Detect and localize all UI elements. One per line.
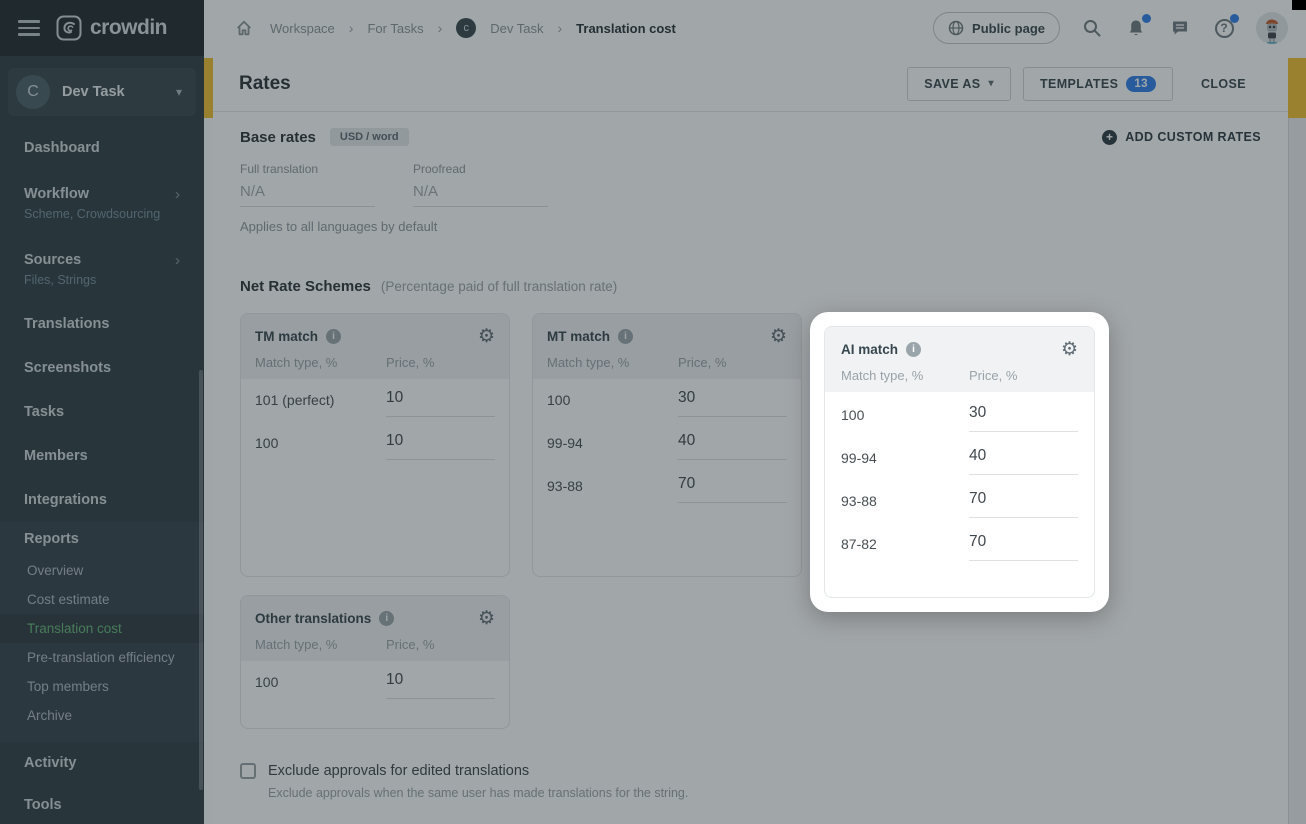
price-input[interactable]: 70 <box>969 533 1078 561</box>
cursor-artifact <box>1292 0 1306 10</box>
ai-match-rows: 100 30 99-94 40 93-88 70 87-82 70 <box>825 392 1094 576</box>
price-input[interactable]: 40 <box>969 447 1078 475</box>
price-column-label: Price, % <box>969 368 1017 383</box>
match-type-value: 100 <box>841 404 969 423</box>
price-input[interactable]: 30 <box>969 404 1078 432</box>
rate-row: 100 30 <box>841 404 1078 447</box>
match-type-value: 93-88 <box>841 490 969 509</box>
ai-match-card: AI match i ⚙ Match type, % Price, % 100 … <box>824 326 1095 598</box>
price-input[interactable]: 70 <box>969 490 1078 518</box>
match-type-value: 87-82 <box>841 533 969 552</box>
ai-match-title: AI match <box>841 342 898 357</box>
match-type-value: 99-94 <box>841 447 969 466</box>
ai-match-card-header: AI match i ⚙ Match type, % Price, % <box>825 327 1094 392</box>
info-icon[interactable]: i <box>906 342 921 357</box>
ai-match-spotlight: AI match i ⚙ Match type, % Price, % 100 … <box>810 312 1109 612</box>
rate-row: 99-94 40 <box>841 447 1078 490</box>
gear-icon[interactable]: ⚙ <box>1061 340 1078 359</box>
tour-dim-overlay <box>0 0 1306 824</box>
rate-row: 93-88 70 <box>841 490 1078 533</box>
match-type-column-label: Match type, % <box>841 368 969 383</box>
rate-row: 87-82 70 <box>841 533 1078 576</box>
